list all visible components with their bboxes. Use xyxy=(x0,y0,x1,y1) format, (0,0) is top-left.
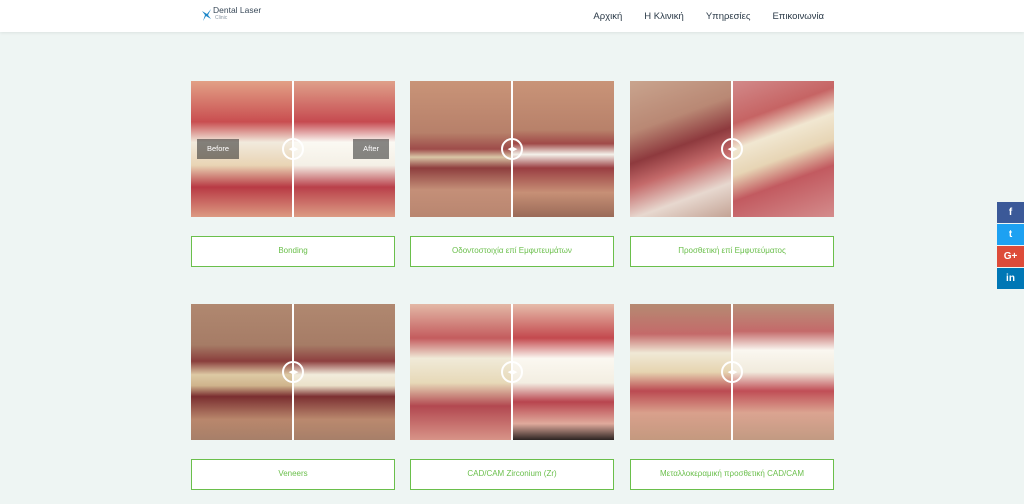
before-image xyxy=(410,304,512,440)
slider-handle-icon[interactable]: ◀▶ xyxy=(282,361,304,383)
social-share-bar: f t G+ in xyxy=(997,202,1024,290)
service-button-implant-prosthetics[interactable]: Προσθετική επί Εμφυτεύματος xyxy=(630,236,834,267)
before-after-slider[interactable]: ◀▶ xyxy=(410,304,614,440)
after-image xyxy=(293,304,395,440)
service-button-implant-dentures[interactable]: Οδοντοστοιχία επί Εμφυτευμάτων xyxy=(410,236,614,267)
service-card: Before After ◀▶ Bonding xyxy=(191,81,395,267)
main-nav: Αρχική Η Κλινική Υπηρεσίες Επικοινωνία xyxy=(571,0,824,32)
service-card: ◀▶ Μεταλλοκεραμική προσθετική CAD/CAM xyxy=(630,304,834,490)
before-image xyxy=(630,304,732,440)
nav-home[interactable]: Αρχική xyxy=(593,11,622,22)
slider-handle-icon[interactable]: ◀▶ xyxy=(282,138,304,160)
before-image xyxy=(410,81,512,217)
service-card: ◀▶ CAD/CAM Zirconium (Zr) xyxy=(410,304,614,490)
after-image xyxy=(512,81,614,217)
slider-handle-icon[interactable]: ◀▶ xyxy=(501,138,523,160)
slider-handle-icon[interactable]: ◀▶ xyxy=(721,138,743,160)
service-button-cad-cam-zirconium[interactable]: CAD/CAM Zirconium (Zr) xyxy=(410,459,614,490)
site-header: Dental Laser Clinic Αρχική Η Κλινική Υπη… xyxy=(0,0,1024,32)
before-after-slider[interactable]: ◀▶ xyxy=(630,304,834,440)
before-label: Before xyxy=(197,139,240,159)
after-image xyxy=(512,304,614,440)
twitter-icon[interactable]: t xyxy=(997,224,1024,245)
after-label: After xyxy=(353,139,389,159)
service-button-metal-ceramic[interactable]: Μεταλλοκεραμική προσθετική CAD/CAM xyxy=(630,459,834,490)
service-button-veneers[interactable]: Veneers xyxy=(191,459,395,490)
nav-clinic[interactable]: Η Κλινική xyxy=(644,11,684,22)
before-after-slider[interactable]: ◀▶ xyxy=(410,81,614,217)
after-image xyxy=(732,304,834,440)
before-after-slider[interactable]: ◀▶ xyxy=(630,81,834,217)
logo[interactable]: Dental Laser Clinic xyxy=(201,6,261,26)
slider-handle-icon[interactable]: ◀▶ xyxy=(501,361,523,383)
before-after-slider[interactable]: ◀▶ xyxy=(191,304,395,440)
logo-star-icon xyxy=(202,9,211,21)
service-card: ◀▶ Οδοντοστοιχία επί Εμφυτευμάτων xyxy=(410,81,614,267)
before-after-slider[interactable]: Before After ◀▶ xyxy=(191,81,395,217)
logo-sub: Clinic xyxy=(215,14,228,21)
logo-name: Dental Laser xyxy=(213,5,262,15)
service-card: ◀▶ Veneers xyxy=(191,304,395,490)
after-image xyxy=(732,81,834,217)
before-image xyxy=(630,81,732,217)
nav-services[interactable]: Υπηρεσίες xyxy=(706,11,751,22)
slider-handle-icon[interactable]: ◀▶ xyxy=(721,361,743,383)
linkedin-icon[interactable]: in xyxy=(997,268,1024,289)
before-image xyxy=(191,304,293,440)
facebook-icon[interactable]: f xyxy=(997,202,1024,223)
service-button-bonding[interactable]: Bonding xyxy=(191,236,395,267)
google-plus-icon[interactable]: G+ xyxy=(997,246,1024,267)
nav-contact[interactable]: Επικοινωνία xyxy=(772,11,824,22)
service-card: ◀▶ Προσθετική επί Εμφυτεύματος xyxy=(630,81,834,267)
